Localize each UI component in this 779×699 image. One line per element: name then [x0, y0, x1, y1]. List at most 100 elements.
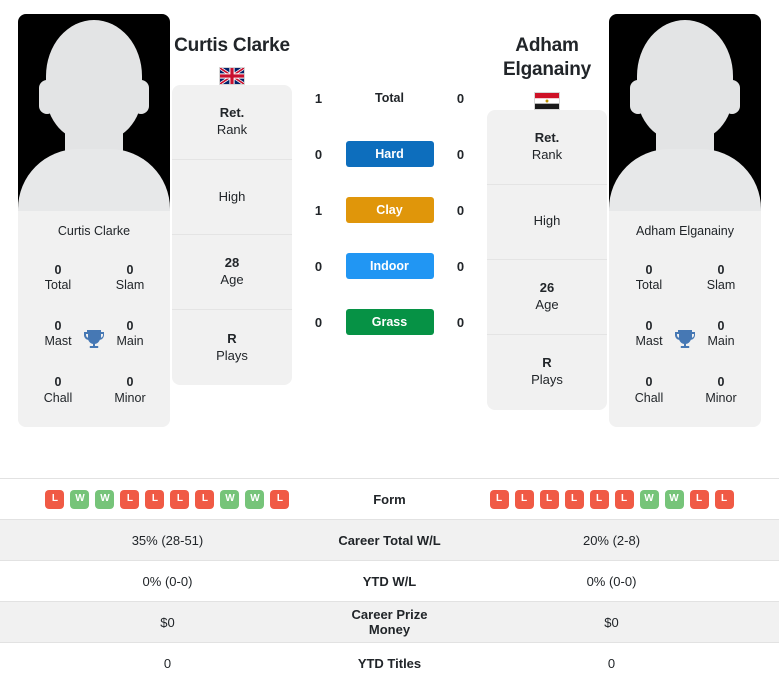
surface-score-right: 0 — [456, 258, 465, 274]
table-cell-left: 0% (0-0) — [142, 573, 193, 589]
table-row-label: Form — [373, 491, 406, 507]
comparison-header: Curtis Clarke 0 Total 0 Slam 0 Mast 0 Ma… — [0, 0, 779, 478]
info-row-high-left: High — [172, 160, 292, 236]
surface-row-total: 1 Total 0 — [294, 70, 485, 126]
info-value: R — [227, 330, 237, 346]
surface-badge-clay[interactable]: Clay — [345, 197, 434, 223]
table-cell-left: 35% (28-51) — [131, 532, 204, 548]
trophy-stat-slam-left: 0 Slam — [94, 250, 166, 306]
table-row-label: Career Prize Money — [351, 607, 428, 637]
table-cell-right: 0% (0-0) — [586, 573, 637, 589]
form-badges-right: LLLLLLWWLL — [444, 489, 779, 509]
form-badge-loss: L — [195, 489, 215, 509]
surface-row-hard: 0 Hard 0 — [294, 126, 485, 182]
comparison-stats-table: LWWLLLLWWL Form LLLLLLWWLL 35% (28-51) C… — [0, 478, 779, 684]
info-box-left: Ret. Rank High 28 Age R Plays — [172, 85, 292, 386]
trophy-stat-value: 0 — [717, 318, 725, 333]
surface-row-indoor: 0 Indoor 0 — [294, 238, 485, 294]
trophy-stat-label: Minor — [114, 390, 146, 405]
table-row-label: Career Total W/L — [338, 532, 441, 548]
form-badge-loss: L — [689, 489, 709, 509]
form-badge-loss: L — [714, 489, 734, 509]
surface-badge-hard[interactable]: Hard — [345, 141, 434, 167]
silhouette-ear-right-icon — [133, 80, 149, 114]
trophy-stat-label: Mast — [44, 334, 72, 349]
info-label: Plays — [531, 372, 563, 388]
form-badge-loss: L — [589, 489, 609, 509]
form-badge-loss: L — [489, 489, 509, 509]
player-card-right: Adham Elganainy 0 Total 0 Slam 0 Mast 0 … — [609, 14, 761, 427]
info-label: Rank — [216, 122, 248, 138]
trophy-stat-value: 0 — [54, 318, 62, 333]
info-label: Age — [535, 296, 559, 312]
info-box-right: Ret. Rank High 26 Age R Plays — [487, 109, 607, 410]
form-cell-left: LWWLLLLWWL — [0, 479, 335, 520]
form-badge-win: W — [245, 489, 265, 509]
info-row-rank-left: Ret. Rank — [172, 85, 292, 161]
trophy-stat-value: 0 — [126, 318, 134, 333]
trophy-stat-value: 0 — [717, 375, 725, 390]
trophy-stat-chall-right: 0 Chall — [613, 363, 685, 419]
surface-score-left: 1 — [314, 90, 323, 106]
form-badge-loss: L — [270, 489, 290, 509]
table-row-career-prize-money: $0 Career Prize Money $0 — [0, 601, 779, 643]
surface-score-right: 0 — [456, 314, 465, 330]
trophy-stat-minor-right: 0 Minor — [685, 363, 757, 419]
info-value: 28 — [224, 255, 240, 271]
trophy-stat-value: 0 — [126, 262, 134, 277]
info-column-right: Adham Elganainy Ret. Rank High 26 Age R … — [487, 14, 607, 418]
trophy-stat-value: 0 — [54, 375, 62, 390]
player-card-left: Curtis Clarke 0 Total 0 Slam 0 Mast 0 Ma… — [18, 14, 170, 427]
surface-score-left: 0 — [314, 146, 323, 162]
trophy-stat-label: Total — [635, 278, 663, 293]
info-label: High — [533, 213, 561, 229]
surface-score-right: 0 — [456, 146, 465, 162]
info-row-rank-right: Ret. Rank — [487, 110, 607, 185]
info-label: High — [218, 188, 246, 204]
trophy-stat-total-right: 0 Total — [613, 250, 685, 306]
form-badge-win: W — [639, 489, 659, 509]
surface-badge-indoor[interactable]: Indoor — [345, 253, 434, 279]
silhouette-body-icon — [609, 149, 761, 211]
info-row-age-left: 28 Age — [172, 235, 292, 311]
form-badge-loss: L — [614, 489, 634, 509]
trophy-stat-chall-left: 0 Chall — [22, 363, 94, 419]
table-row-ytd-wl: 0% (0-0) YTD W/L 0% (0-0) — [0, 560, 779, 602]
info-value: 26 — [539, 279, 555, 295]
form-badge-loss: L — [539, 489, 559, 509]
table-row-career-total-wl: 35% (28-51) Career Total W/L 20% (2-8) — [0, 519, 779, 561]
table-row-label: YTD Titles — [357, 655, 422, 671]
form-badge-win: W — [95, 489, 115, 509]
info-row-age-right: 26 Age — [487, 260, 607, 335]
player-photo-caption-left: Curtis Clarke — [18, 211, 170, 250]
player-comparison-page: Curtis Clarke 0 Total 0 Slam 0 Mast 0 Ma… — [0, 0, 779, 699]
trophy-stat-label: Mast — [635, 334, 663, 349]
table-row-label: YTD W/L — [362, 573, 417, 589]
form-badge-loss: L — [170, 489, 190, 509]
trophy-grid-left: 0 Total 0 Slam 0 Mast 0 Main 0 Chall 0 M… — [18, 250, 170, 427]
info-row-high-right: High — [487, 185, 607, 260]
surface-score-column: 1 Total 0 0 Hard 0 1 Clay 0 0 Indoor 0 0 — [294, 14, 485, 350]
silhouette-ear-right-icon — [724, 80, 740, 114]
trophy-icon — [84, 329, 104, 348]
info-row-plays-right: R Plays — [487, 335, 607, 410]
form-badges-left: LWWLLLLWWL — [0, 489, 335, 509]
surface-badge-total: Total — [375, 91, 404, 105]
table-cell-right: 0 — [607, 655, 616, 671]
surface-badge-grass[interactable]: Grass — [345, 309, 434, 335]
trophy-stat-value: 0 — [54, 262, 62, 277]
silhouette-ear-left-icon — [39, 80, 55, 114]
form-badge-loss: L — [120, 489, 140, 509]
form-badge-win: W — [220, 489, 240, 509]
trophy-stat-label: Slam — [115, 278, 145, 293]
table-cell-left: 0 — [163, 655, 172, 671]
info-label: Rank — [531, 146, 563, 162]
form-badge-loss: L — [564, 489, 584, 509]
trophy-icon — [675, 329, 695, 348]
table-cell-right: $0 — [604, 614, 619, 630]
trophy-stat-value: 0 — [645, 375, 653, 390]
surface-row-grass: 0 Grass 0 — [294, 294, 485, 350]
silhouette-body-icon — [18, 149, 170, 211]
trophy-stat-label: Chall — [634, 390, 664, 405]
info-label: Plays — [216, 347, 248, 363]
